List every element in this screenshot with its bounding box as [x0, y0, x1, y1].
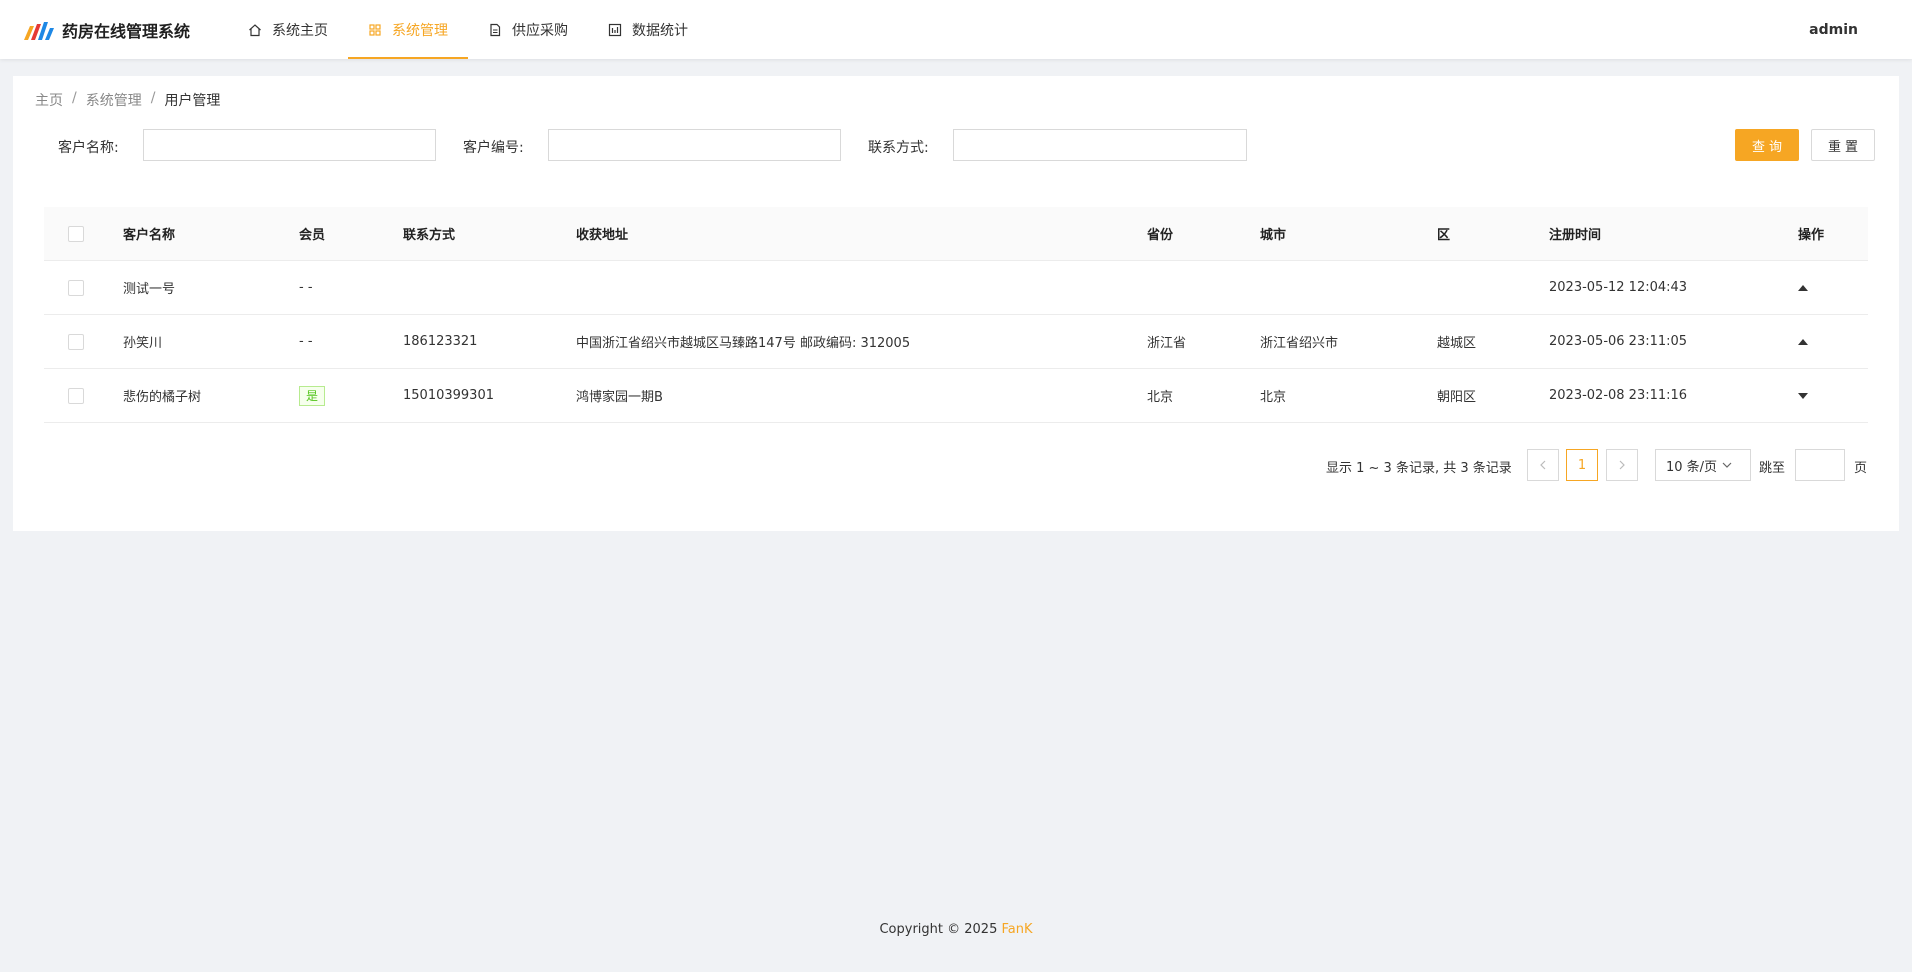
- collapse-icon[interactable]: [1798, 338, 1808, 345]
- col-header-name: 客户名称: [123, 228, 176, 243]
- nav-item-supply[interactable]: 供应采购: [468, 0, 588, 59]
- logo-icon: [24, 21, 54, 40]
- cell-city: 北京: [1260, 390, 1287, 405]
- cell-district: 越城区: [1437, 336, 1477, 351]
- page-size-value: 10 条/页: [1666, 459, 1718, 475]
- cell-province: 北京: [1147, 390, 1174, 405]
- nav-item-label: 供应采购: [512, 22, 568, 39]
- jump-page-input[interactable]: [1795, 449, 1845, 481]
- cell-vip: - -: [299, 334, 313, 349]
- chart-icon: [608, 23, 622, 36]
- cell-district: 朝阳区: [1437, 390, 1477, 405]
- col-header-vip: 会员: [299, 228, 326, 243]
- jump-label: 跳至: [1759, 461, 1786, 476]
- breadcrumb: 主页 / 系统管理 / 用户管理: [35, 90, 220, 110]
- user-menu[interactable]: admin: [1809, 0, 1858, 59]
- nav-item-label: 数据统计: [632, 22, 688, 39]
- next-page-button[interactable]: [1606, 449, 1638, 481]
- cell-time: 2023-05-12 12:04:43: [1549, 280, 1688, 295]
- page-button-1[interactable]: 1: [1566, 449, 1598, 481]
- nav-item-stats[interactable]: 数据统计: [588, 0, 708, 59]
- select-all-checkbox[interactable]: [68, 225, 84, 242]
- cell-province: 浙江省: [1147, 336, 1187, 351]
- customer-id-label: 客户编号:: [463, 140, 524, 156]
- table-row: 悲伤的橘子树 是 15010399301 鸿博家园一期B 北京 北京 朝阳区 2…: [44, 369, 1868, 423]
- search-form: 客户名称: 客户编号: 联系方式: 查询 重置: [13, 129, 1899, 163]
- cell-time: 2023-02-08 23:11:16: [1549, 388, 1688, 403]
- chevron-down-icon: [1722, 462, 1732, 468]
- pagination: 显示 1 ~ 3 条记录, 共 3 条记录 1 10 条/页 跳至 页: [13, 449, 1899, 481]
- cell-name: 孙笑川: [123, 336, 163, 351]
- grid-icon: [369, 23, 381, 36]
- col-header-phone: 联系方式: [403, 228, 456, 243]
- col-header-district: 区: [1437, 228, 1451, 243]
- footer-brand[interactable]: FanK: [1002, 922, 1033, 937]
- query-button[interactable]: 查询: [1735, 129, 1799, 161]
- reset-button[interactable]: 重置: [1811, 129, 1875, 161]
- table-row: 测试一号 - - 2023-05-12 12:04:43: [44, 261, 1868, 315]
- page-size-select[interactable]: 10 条/页: [1655, 449, 1751, 481]
- document-icon: [490, 23, 501, 36]
- cell-time: 2023-05-06 23:11:05: [1549, 334, 1688, 349]
- pagination-info: 显示 1 ~ 3 条记录, 共 3 条记录: [1326, 461, 1512, 476]
- customer-name-input[interactable]: [143, 129, 436, 161]
- breadcrumb-section[interactable]: 系统管理: [86, 90, 142, 110]
- content-card: 主页 / 系统管理 / 用户管理 客户名称: 客户编号: 联系方式: 查询 重置…: [13, 76, 1899, 531]
- breadcrumb-separator: /: [72, 90, 77, 106]
- col-header-province: 省份: [1147, 228, 1174, 243]
- expand-icon[interactable]: [1798, 392, 1808, 399]
- cell-name: 测试一号: [123, 282, 176, 297]
- nav-item-home[interactable]: 系统主页: [228, 0, 348, 59]
- app-logo[interactable]: 药房在线管理系统: [24, 18, 224, 42]
- vip-badge: 是: [299, 385, 326, 406]
- footer: Copyright © 2025 FanK: [0, 922, 1912, 937]
- table-row: 孙笑川 - - 186123321 中国浙江省绍兴市越城区马臻路147号 邮政编…: [44, 315, 1868, 369]
- customer-id-input[interactable]: [548, 129, 841, 161]
- contact-input[interactable]: [953, 129, 1247, 161]
- cell-phone: 186123321: [403, 334, 478, 349]
- cell-vip: - -: [299, 280, 313, 295]
- col-header-time: 注册时间: [1549, 228, 1602, 243]
- row-checkbox[interactable]: [68, 387, 84, 404]
- breadcrumb-current: 用户管理: [164, 93, 221, 109]
- breadcrumb-home[interactable]: 主页: [35, 90, 63, 110]
- nav-item-label: 系统管理: [392, 22, 448, 39]
- nav-item-label: 系统主页: [272, 22, 328, 39]
- cell-address: 鸿博家园一期B: [576, 390, 663, 405]
- contact-label: 联系方式:: [868, 140, 929, 156]
- top-header: 药房在线管理系统 系统主页 系统管理 供应采购 数据统计 admin: [0, 0, 1912, 59]
- cell-name: 悲伤的橘子树: [123, 390, 202, 405]
- col-header-city: 城市: [1260, 228, 1287, 243]
- home-icon: [249, 23, 261, 36]
- prev-page-button[interactable]: [1527, 449, 1559, 481]
- row-checkbox[interactable]: [68, 333, 84, 350]
- customer-table: 客户名称 会员 联系方式 收获地址 省份 城市 区 注册时间 操作 测试一号 -…: [44, 207, 1868, 423]
- col-header-address: 收获地址: [576, 228, 629, 243]
- main-nav: 系统主页 系统管理 供应采购 数据统计: [228, 0, 708, 59]
- app-title: 药房在线管理系统: [62, 21, 191, 41]
- cell-phone: 15010399301: [403, 388, 494, 403]
- copyright-text: Copyright © 2025: [879, 922, 998, 937]
- table-header: 客户名称 会员 联系方式 收获地址 省份 城市 区 注册时间 操作: [44, 207, 1868, 261]
- col-header-op: 操作: [1798, 228, 1825, 243]
- cell-address: 中国浙江省绍兴市越城区马臻路147号 邮政编码: 312005: [576, 336, 911, 351]
- chevron-left-icon: [1540, 460, 1546, 470]
- cell-city: 浙江省绍兴市: [1260, 336, 1339, 351]
- chevron-right-icon: [1619, 460, 1625, 470]
- customer-name-label: 客户名称:: [58, 140, 119, 156]
- nav-item-system[interactable]: 系统管理: [348, 0, 468, 59]
- breadcrumb-separator: /: [150, 90, 156, 106]
- page-suffix: 页: [1854, 461, 1868, 476]
- row-checkbox[interactable]: [68, 279, 84, 296]
- collapse-icon[interactable]: [1798, 284, 1808, 291]
